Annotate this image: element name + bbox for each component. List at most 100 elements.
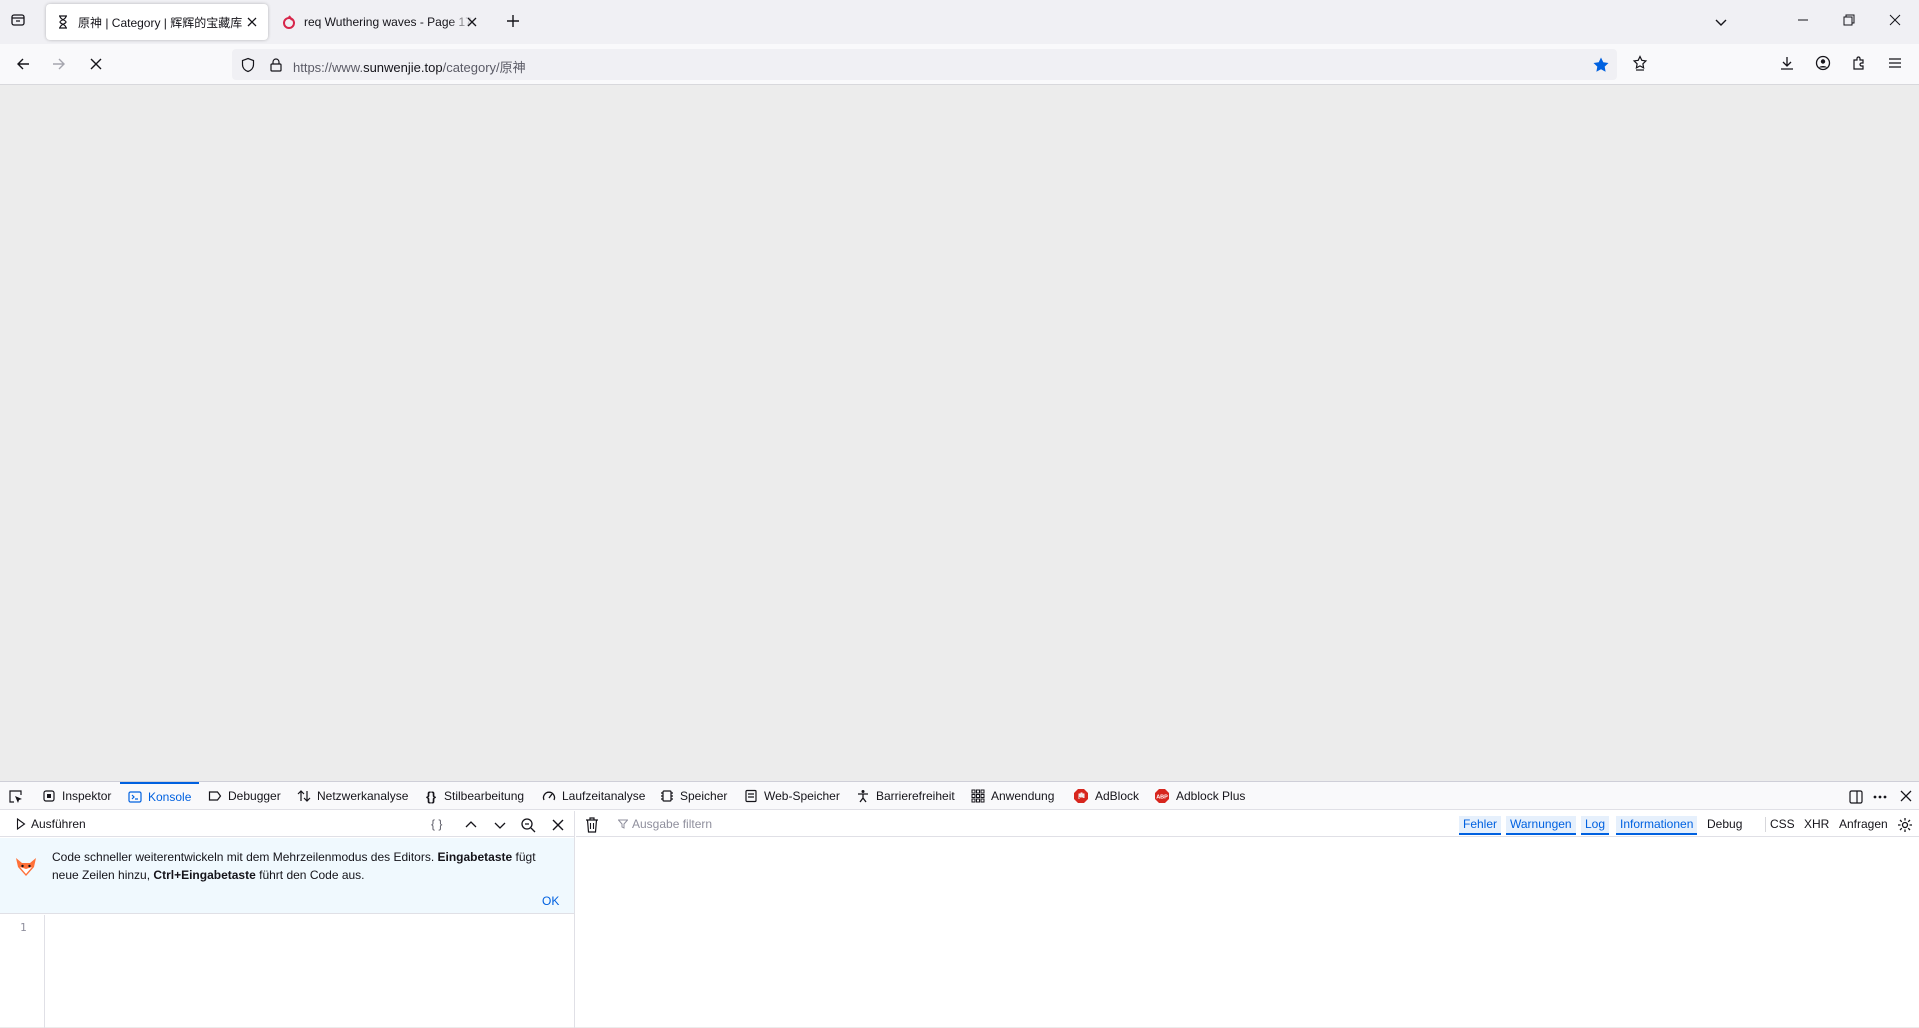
add-bookmark-shield-icon[interactable]	[1632, 55, 1648, 71]
filter-log[interactable]: Log	[1581, 816, 1610, 835]
gear-icon[interactable]	[1897, 817, 1913, 833]
url-path: /category/原神	[442, 60, 526, 75]
tab-label: Speicher	[680, 789, 728, 803]
tab-label: Adblock Plus	[1176, 789, 1246, 803]
tab-strip: 原神 | Category | 辉辉的宝藏库 req Wuthering wav…	[0, 0, 1919, 44]
tab-label: Barrierefreiheit	[876, 789, 955, 803]
devtools-panel: Inspektor Konsole Debugger Netzwerkanaly…	[0, 781, 1919, 1028]
close-tab-icon[interactable]	[464, 14, 480, 30]
url-prefix: https://www.	[293, 60, 364, 75]
filter-informationen[interactable]: Informationen	[1616, 816, 1698, 835]
line-gutter: 1	[0, 915, 45, 1028]
close-devtools-icon[interactable]	[1899, 789, 1913, 803]
tracking-protection-shield-icon[interactable]	[240, 57, 256, 73]
window-close-icon[interactable]	[1889, 14, 1901, 26]
tab-netzwerkanalyse[interactable]: Netzwerkanalyse	[297, 782, 408, 810]
navigation-toolbar: https://www.sunwenjie.top/category/原神	[0, 44, 1919, 85]
chevron-up-icon[interactable]	[464, 818, 478, 832]
trash-icon[interactable]	[585, 817, 599, 833]
page-viewport	[0, 85, 1919, 781]
tab-debugger[interactable]: Debugger	[208, 782, 281, 810]
console-filter-bar: Ausgabe filtern Fehler Warnungen Log Inf…	[576, 811, 1919, 837]
url-bar[interactable]: https://www.sunwenjie.top/category/原神	[232, 49, 1617, 80]
inspector-icon	[42, 789, 56, 803]
search-history-icon[interactable]	[520, 817, 536, 833]
pretty-print-button[interactable]: { }	[431, 817, 442, 831]
network-icon	[297, 789, 311, 803]
application-icon	[971, 789, 985, 803]
svg-text:ABP: ABP	[1156, 795, 1168, 801]
debugger-icon	[208, 789, 222, 803]
tab-speicher[interactable]: Speicher	[660, 782, 727, 810]
element-picker-icon[interactable]	[8, 789, 24, 805]
account-icon[interactable]	[1815, 55, 1831, 71]
tab-web-speicher[interactable]: Web-Speicher	[744, 782, 840, 810]
filter-funnel-icon	[618, 819, 628, 829]
new-tab-plus-icon[interactable]	[505, 13, 521, 29]
code-editor[interactable]: 1	[0, 915, 574, 1028]
tab-label: Inspektor	[62, 789, 112, 803]
filter-fehler[interactable]: Fehler	[1459, 816, 1502, 835]
download-icon[interactable]	[1779, 55, 1795, 71]
filter-xhr[interactable]: XHR	[1800, 816, 1833, 833]
dock-side-icon[interactable]	[1848, 789, 1864, 805]
filter-placeholder: Ausgabe filtern	[632, 817, 713, 831]
back-arrow-icon[interactable]	[15, 56, 31, 72]
lock-icon[interactable]	[268, 57, 284, 73]
memory-icon	[660, 789, 674, 803]
chevron-down-icon[interactable]	[1713, 14, 1729, 30]
tab-label: Debugger	[228, 789, 281, 803]
filter-warnungen[interactable]: Warnungen	[1506, 816, 1576, 835]
site-favicon-icon	[282, 15, 296, 29]
filter-output-input[interactable]: Ausgabe filtern	[618, 817, 712, 831]
filter-debug[interactable]: Debug	[1703, 816, 1746, 833]
bookmark-star-icon[interactable]	[1592, 56, 1610, 74]
tab-title: req Wuthering waves - Page 17	[304, 15, 472, 29]
tab-wuthering-waves[interactable]: req Wuthering waves - Page 17	[272, 4, 488, 40]
tab-barrierefreiheit[interactable]: Barrierefreiheit	[856, 782, 955, 810]
minimize-icon[interactable]	[1797, 14, 1809, 26]
close-editor-icon[interactable]	[551, 818, 565, 832]
tab-inspektor[interactable]: Inspektor	[42, 782, 111, 810]
tab-konsole[interactable]: Konsole	[120, 782, 200, 810]
adblock-icon	[1073, 788, 1089, 804]
style-editor-icon: {}	[425, 788, 437, 804]
console-body: Ausführen { } Code schneller weiterentwi…	[0, 811, 1919, 1028]
tab-adblock[interactable]: AdBlock	[1073, 782, 1139, 810]
tab-laufzeitanalyse[interactable]: Laufzeitanalyse	[542, 782, 645, 810]
close-tab-icon[interactable]	[244, 14, 260, 30]
tab-adblock-plus[interactable]: ABP Adblock Plus	[1154, 782, 1245, 810]
performance-icon	[542, 789, 556, 803]
tab-label: Anwendung	[991, 789, 1055, 803]
tab-label: AdBlock	[1095, 789, 1140, 803]
tab-anwendung[interactable]: Anwendung	[971, 782, 1054, 810]
console-output-pane: Ausgabe filtern Fehler Warnungen Log Inf…	[576, 811, 1919, 1028]
list-all-tabs-icon[interactable]	[10, 12, 26, 28]
url-host: sunwenjie.top	[363, 60, 443, 75]
forward-arrow-icon[interactable]	[51, 56, 67, 72]
filter-css[interactable]: CSS	[1766, 816, 1799, 833]
line-number: 1	[20, 921, 27, 934]
stop-loading-icon[interactable]	[88, 56, 104, 72]
devtools-toolbar: Inspektor Konsole Debugger Netzwerkanaly…	[0, 782, 1919, 810]
extensions-puzzle-icon[interactable]	[1851, 55, 1867, 71]
restore-icon[interactable]	[1843, 14, 1855, 26]
more-options-icon[interactable]	[1872, 789, 1888, 805]
hamburger-menu-icon[interactable]	[1887, 55, 1903, 71]
url-text[interactable]: https://www.sunwenjie.top/category/原神	[293, 57, 526, 76]
tab-genshin-category[interactable]: 原神 | Category | 辉辉的宝藏库	[46, 4, 268, 40]
play-icon	[16, 818, 26, 830]
tab-stilbearbeitung[interactable]: {} Stilbearbeitung	[424, 782, 524, 810]
notice-ok-button[interactable]: OK	[542, 894, 559, 908]
tab-label: Konsole	[148, 790, 192, 804]
console-icon	[128, 790, 142, 804]
run-button[interactable]: Ausführen	[16, 817, 86, 831]
tab-label: Laufzeitanalyse	[562, 789, 646, 803]
filter-anfragen[interactable]: Anfragen	[1835, 816, 1892, 833]
notice-key-enter: Eingabetaste	[437, 850, 513, 864]
tab-title: 原神 | Category | 辉辉的宝藏库	[78, 15, 243, 30]
chevron-down-icon[interactable]	[493, 818, 507, 832]
firefox-fox-icon	[14, 856, 38, 878]
adblock-plus-icon: ABP	[1154, 788, 1170, 804]
notice-key-ctrl-enter: Ctrl+Eingabetaste	[153, 868, 256, 882]
